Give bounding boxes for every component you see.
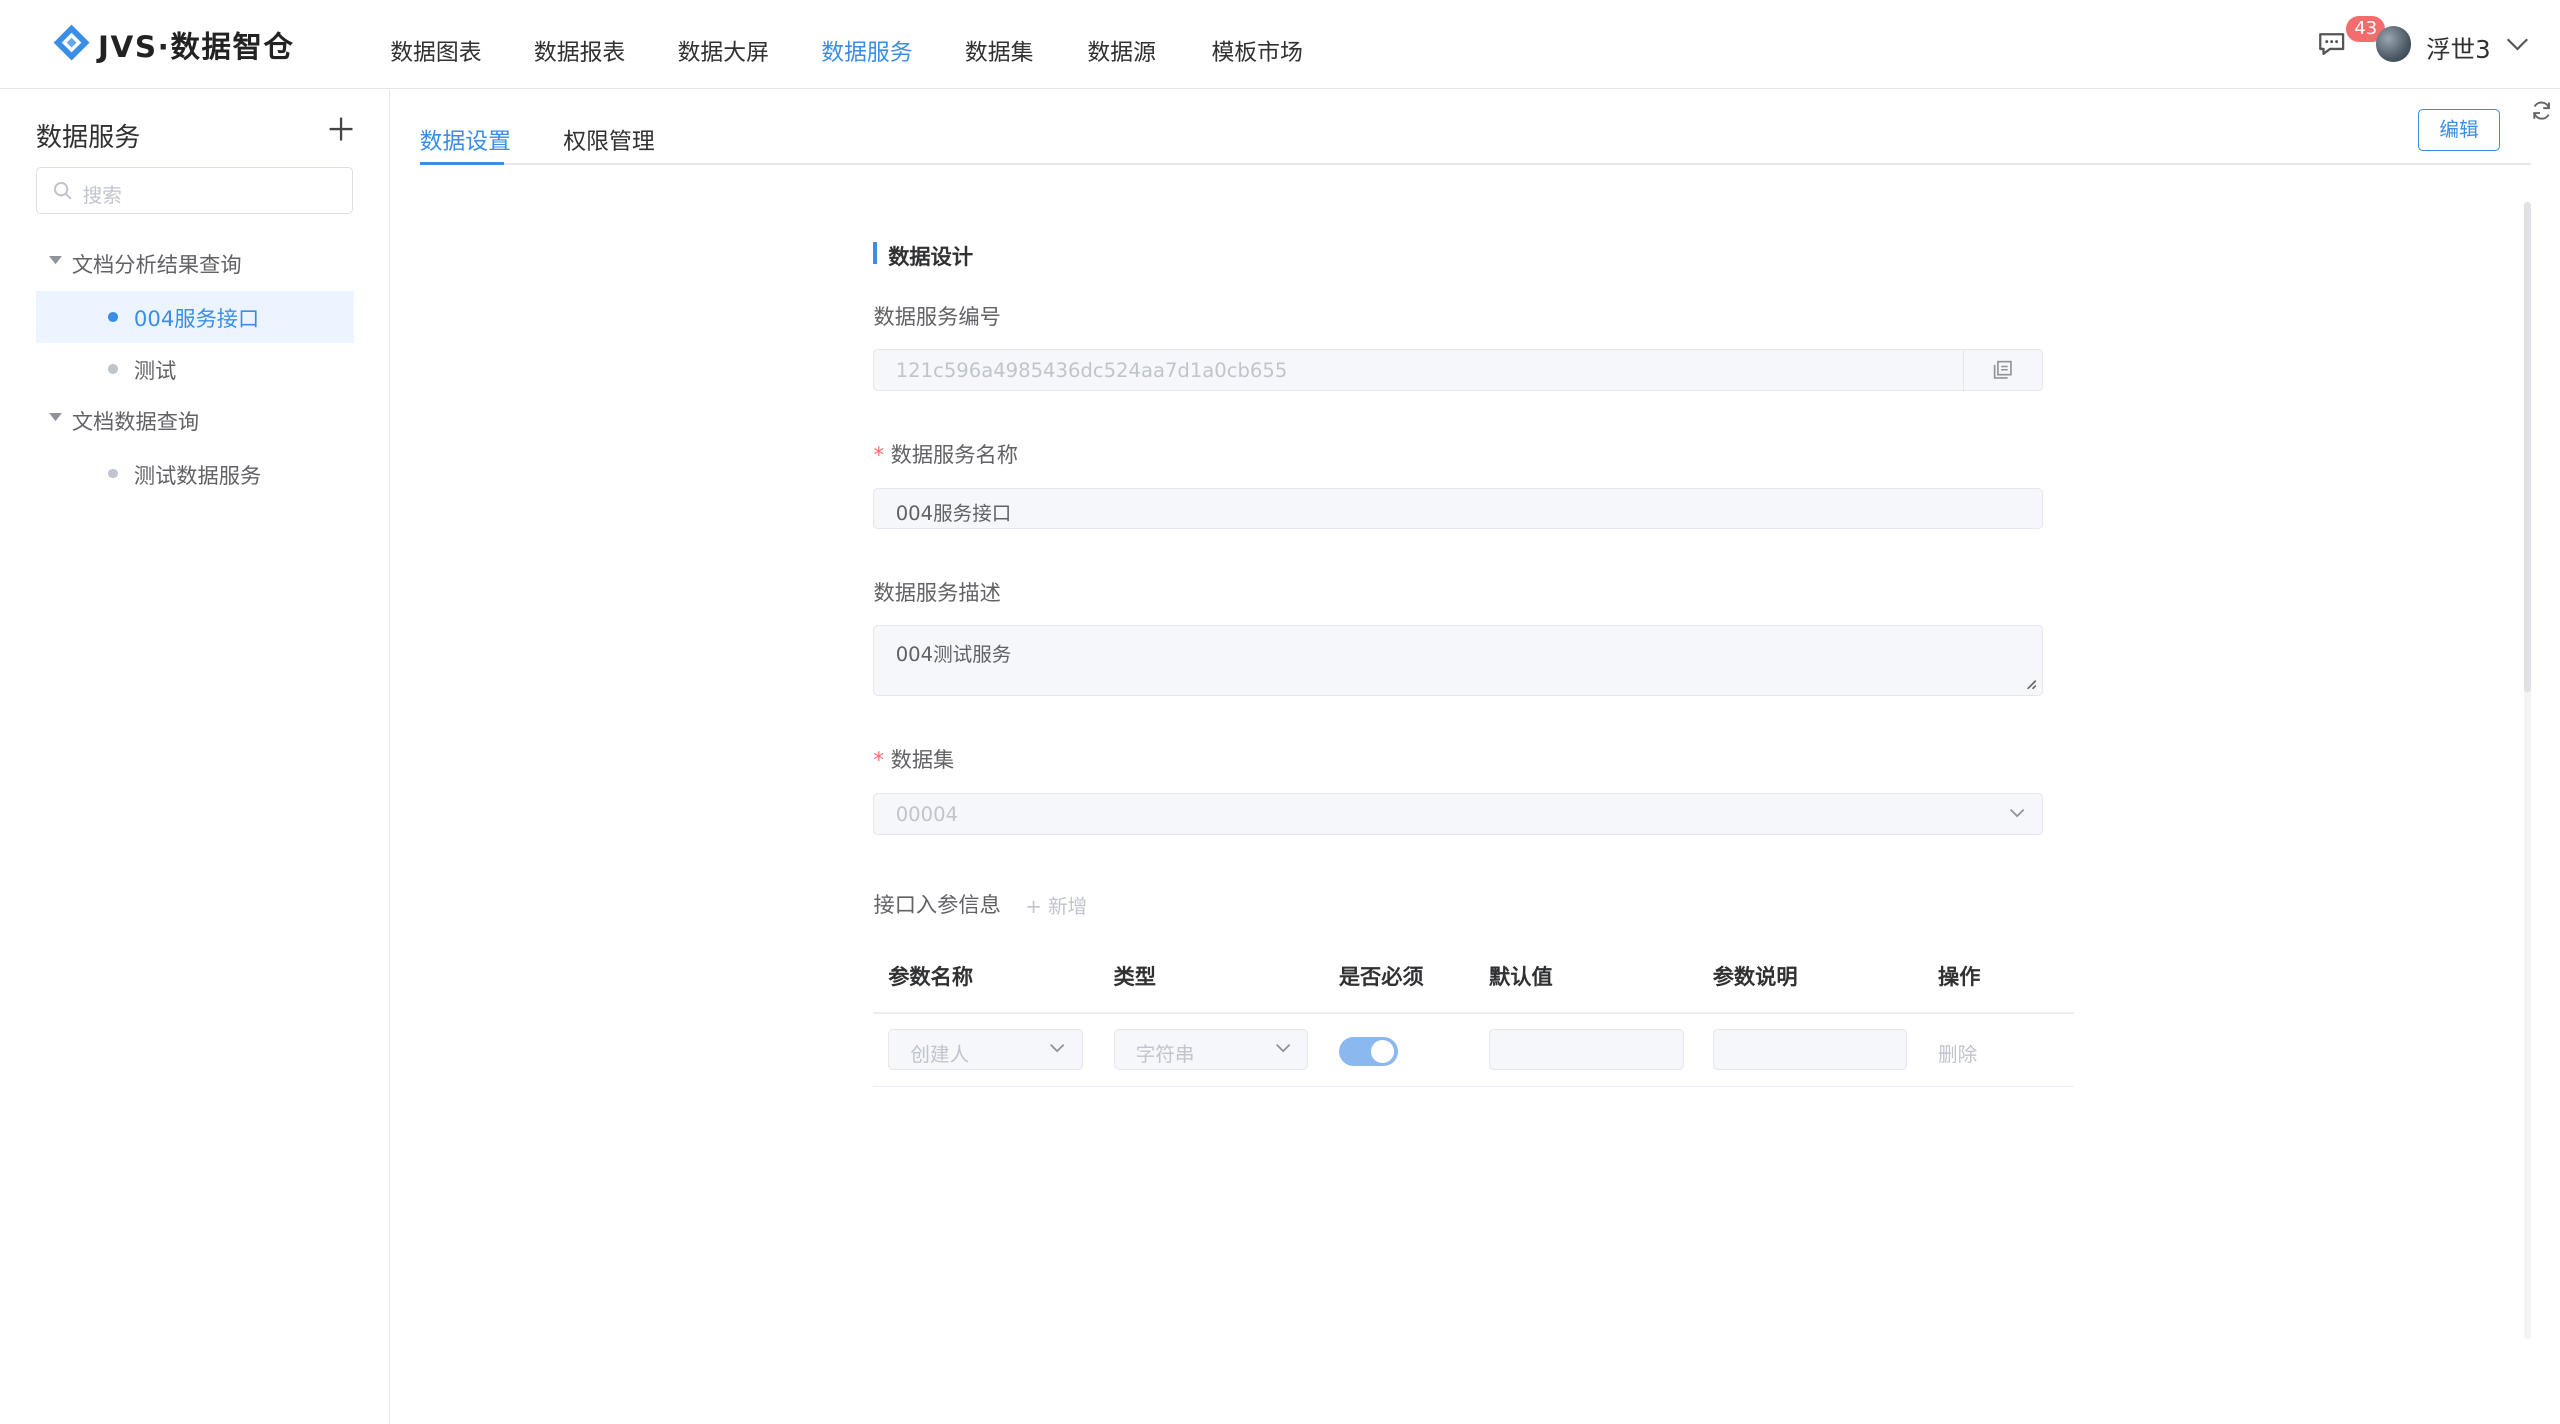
service-name-field[interactable]: 004服务接口	[873, 488, 2043, 530]
caret-down-icon[interactable]	[48, 413, 62, 423]
service-name-label: * 数据服务名称	[873, 438, 1017, 469]
column-type: 类型	[1113, 965, 1156, 991]
section-accent-bar	[873, 241, 877, 265]
param-required-switch[interactable]	[1338, 1036, 1398, 1067]
param-type-value: 字符串	[1135, 1042, 1195, 1066]
scrollbar-thumb[interactable]	[2524, 202, 2531, 693]
tree-group-label: 文档数据查询	[71, 409, 200, 435]
tree-item-label: 测试数据服务	[133, 463, 262, 489]
search-icon	[54, 181, 72, 200]
caret-down-icon[interactable]	[48, 256, 62, 266]
nav-template-market[interactable]: 模板市场	[1211, 33, 1302, 67]
chevron-down-icon	[1050, 1043, 1065, 1053]
bullet-icon	[107, 311, 118, 322]
tab-permissions[interactable]: 权限管理	[563, 122, 654, 156]
plus-icon: +	[1025, 894, 1048, 918]
param-default-input[interactable]	[1489, 1028, 1684, 1070]
service-desc-value: 004测试服务	[895, 642, 1012, 666]
add-icon[interactable]	[328, 116, 354, 142]
chevron-down-icon	[2010, 808, 2025, 817]
service-id-label: 数据服务编号	[873, 305, 1001, 331]
tree-group-doc-data[interactable]: 文档数据查询	[36, 395, 354, 444]
dataset-label-text: 数据集	[890, 747, 955, 773]
tree-item-label: 测试	[133, 359, 177, 385]
search-placeholder: 搜索	[82, 183, 122, 207]
bullet-icon	[107, 468, 118, 479]
copy-button[interactable]	[1962, 350, 2042, 390]
tabs-divider	[419, 163, 2531, 165]
column-description: 参数说明	[1712, 965, 1798, 991]
tree-group-doc-analysis[interactable]: 文档分析结果查询	[36, 238, 354, 287]
top-header: JVS·数据智仓 数据图表 数据报表 数据大屏 数据服务 数据集 数据源 模板市…	[0, 0, 2560, 90]
sidebar-search-input[interactable]: 搜索	[35, 166, 354, 215]
table-row-divider	[873, 1085, 2074, 1088]
tree-item-004-service[interactable]: 004服务接口	[35, 290, 355, 343]
column-required: 是否必须	[1338, 965, 1424, 991]
required-mark: *	[873, 747, 885, 773]
user-avatar[interactable]	[2375, 26, 2412, 63]
nav-datasource[interactable]: 数据源	[1087, 33, 1156, 67]
switch-knob	[1371, 1040, 1395, 1063]
service-name-value: 004服务接口	[895, 502, 1012, 526]
sidebar-title: 数据服务	[35, 122, 141, 153]
tab-data-settings[interactable]: 数据设置	[420, 122, 511, 156]
required-mark: *	[873, 442, 885, 468]
copy-icon	[1993, 360, 2012, 379]
tree-item-test-data-service[interactable]: 测试数据服务	[36, 447, 354, 499]
column-action: 操作	[1938, 965, 1981, 991]
param-name-value: 创建人	[910, 1042, 970, 1066]
nav-data-reports[interactable]: 数据报表	[534, 33, 625, 67]
param-type-select[interactable]: 字符串	[1113, 1028, 1309, 1070]
nav-data-service[interactable]: 数据服务	[821, 33, 912, 67]
nav-data-screen[interactable]: 数据大屏	[678, 33, 769, 67]
dataset-select[interactable]: 00004	[873, 793, 2043, 835]
logo-icon	[53, 24, 90, 61]
refresh-icon[interactable]	[2531, 100, 2552, 121]
active-tab-indicator	[419, 161, 505, 165]
table-header-divider	[873, 1012, 2074, 1014]
tree-item-label: 004服务接口	[133, 307, 260, 333]
add-param-label: 新增	[1047, 894, 1088, 918]
dataset-label: * 数据集	[873, 743, 954, 774]
service-id-value: 121c596a4985436dc524aa7d1a0cb655	[895, 358, 1288, 382]
section-title: 数据设计	[888, 245, 974, 270]
message-icon[interactable]	[2317, 31, 2346, 57]
service-desc-textarea[interactable]: 004测试服务	[873, 625, 2043, 696]
param-desc-input[interactable]	[1712, 1028, 1908, 1070]
tree-item-test[interactable]: 测试	[36, 343, 354, 395]
username[interactable]: 浮世3	[2426, 31, 2491, 66]
dataset-value: 00004	[895, 802, 958, 826]
chevron-down-icon[interactable]	[2506, 36, 2529, 52]
resize-handle-icon[interactable]	[2026, 679, 2037, 690]
params-label: 接口入参信息	[873, 893, 1001, 919]
service-desc-label: 数据服务描述	[873, 581, 1001, 607]
chevron-down-icon	[1275, 1043, 1290, 1053]
app-logo-text: JVS·数据智仓	[97, 30, 295, 65]
add-param-button[interactable]: + 新增	[1025, 890, 1087, 919]
sidebar: 数据服务 搜索 文档分析结果查询 004服务接口 测试 文档数据查询 测试数据服…	[0, 89, 390, 1424]
service-name-label-text: 数据服务名称	[890, 442, 1018, 468]
edit-button[interactable]: 编辑	[2418, 109, 2501, 151]
nav-dataset[interactable]: 数据集	[965, 33, 1034, 67]
column-param-name: 参数名称	[888, 965, 974, 991]
column-default: 默认值	[1489, 965, 1553, 991]
bullet-icon	[107, 364, 118, 374]
service-id-field[interactable]: 121c596a4985436dc524aa7d1a0cb655	[873, 349, 2043, 391]
delete-param-link[interactable]: 删除	[1938, 1038, 1977, 1067]
param-name-select[interactable]: 创建人	[888, 1028, 1083, 1070]
tree-group-label: 文档分析结果查询	[71, 253, 242, 279]
nav-data-charts[interactable]: 数据图表	[390, 33, 481, 67]
